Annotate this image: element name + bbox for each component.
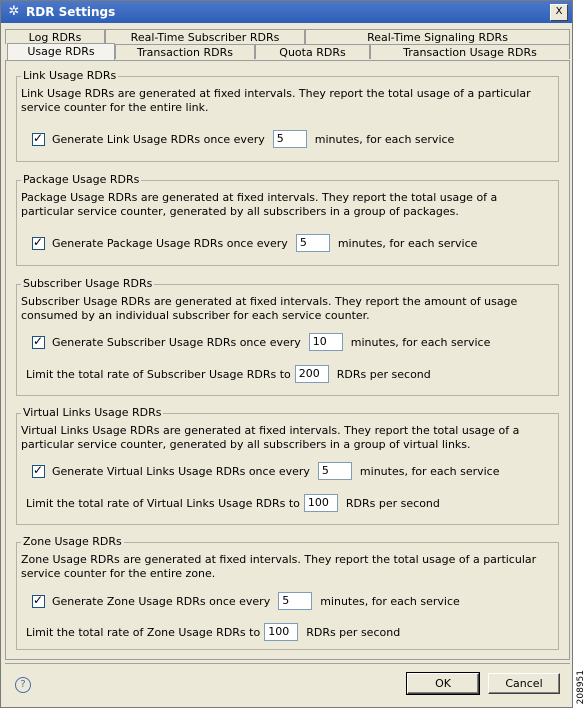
subscriber-limit-suffix: RDRs per second xyxy=(336,367,431,381)
title-bar: ✲ RDR Settings X xyxy=(1,1,572,23)
tab-real-time-subscriber-rdrs[interactable]: Real-Time Subscriber RDRs xyxy=(105,29,305,44)
virtual-generate-suffix: minutes, for each service xyxy=(359,464,500,478)
package-generate-checkbox[interactable] xyxy=(32,235,45,250)
footer-divider xyxy=(5,663,570,664)
subscriber-generate-suffix: minutes, for each service xyxy=(350,335,491,349)
tab-quota-rdrs[interactable]: Quota RDRs xyxy=(255,44,370,59)
package-interval-input[interactable]: 5 xyxy=(295,234,330,252)
virtual-limit-suffix: RDRs per second xyxy=(345,496,440,510)
tab-transaction-usage-rdrs[interactable]: Transaction Usage RDRs xyxy=(370,44,570,59)
virtual-generate-row: Generate Virtual Links Usage RDRs once e… xyxy=(32,461,500,481)
package-generate-row: Generate Package Usage RDRs once every 5… xyxy=(32,233,477,253)
link-generate-label: Generate Link Usage RDRs once every xyxy=(52,132,265,146)
zone-generate-row: Generate Zone Usage RDRs once every 5 mi… xyxy=(32,591,460,611)
help-icon[interactable]: ? xyxy=(15,677,31,693)
ok-button[interactable]: OK xyxy=(406,672,480,695)
virtual-links-usage-title: Virtual Links Usage RDRs xyxy=(21,406,164,419)
subscriber-limit-input[interactable]: 200 xyxy=(294,365,329,383)
subscriber-limit-row: Limit the total rate of Subscriber Usage… xyxy=(26,364,431,384)
link-generate-suffix: minutes, for each service xyxy=(314,132,455,146)
zone-limit-suffix: RDRs per second xyxy=(306,625,401,639)
zone-limit-row: Limit the total rate of Zone Usage RDRs … xyxy=(26,622,400,642)
subscriber-generate-checkbox[interactable] xyxy=(32,334,45,349)
link-generate-row: Generate Link Usage RDRs once every 5 mi… xyxy=(32,129,454,149)
zone-generate-label: Generate Zone Usage RDRs once every xyxy=(52,594,271,608)
subscriber-usage-title: Subscriber Usage RDRs xyxy=(21,277,155,290)
subscriber-limit-label: Limit the total rate of Subscriber Usage… xyxy=(26,367,291,381)
zone-generate-suffix: minutes, for each service xyxy=(320,594,460,608)
virtual-links-usage-group: Virtual Links Usage RDRs Virtual Links U… xyxy=(16,406,559,525)
zone-usage-description: Zone Usage RDRs are generated at fixed i… xyxy=(21,553,537,580)
virtual-links-usage-description: Virtual Links Usage RDRs are generated a… xyxy=(21,424,520,451)
cancel-button[interactable]: Cancel xyxy=(488,673,560,694)
zone-usage-group: Zone Usage RDRs Zone Usage RDRs are gene… xyxy=(16,535,559,650)
subscriber-usage-group: Subscriber Usage RDRs Subscriber Usage R… xyxy=(16,277,559,396)
close-button[interactable]: X xyxy=(550,4,568,21)
zone-interval-input[interactable]: 5 xyxy=(278,592,313,610)
virtual-limit-input[interactable]: 100 xyxy=(303,494,338,512)
link-generate-checkbox[interactable] xyxy=(32,131,45,146)
rdr-settings-dialog: ✲ RDR Settings X Log RDRs Real-Time Subs… xyxy=(0,0,573,708)
virtual-generate-checkbox[interactable] xyxy=(32,463,45,478)
link-usage-group: Link Usage RDRs Link Usage RDRs are gene… xyxy=(16,69,559,162)
link-interval-input[interactable]: 5 xyxy=(272,130,307,148)
package-usage-title: Package Usage RDRs xyxy=(21,173,142,186)
figure-code: 208951 xyxy=(576,670,586,705)
link-usage-description: Link Usage RDRs are generated at fixed i… xyxy=(21,87,531,114)
zone-usage-title: Zone Usage RDRs xyxy=(21,535,124,548)
subscriber-generate-label: Generate Subscriber Usage RDRs once ever… xyxy=(52,335,301,349)
tab-strip: Log RDRs Real-Time Subscriber RDRs Real-… xyxy=(5,29,570,61)
tab-log-rdrs[interactable]: Log RDRs xyxy=(5,29,105,44)
zone-limit-input[interactable]: 100 xyxy=(264,623,299,641)
package-usage-description: Package Usage RDRs are generated at fixe… xyxy=(21,191,498,218)
package-generate-label: Generate Package Usage RDRs once every xyxy=(52,236,288,250)
link-usage-title: Link Usage RDRs xyxy=(21,69,119,82)
subscriber-generate-row: Generate Subscriber Usage RDRs once ever… xyxy=(32,332,490,352)
virtual-interval-input[interactable]: 5 xyxy=(317,462,352,480)
tab-usage-rdrs[interactable]: Usage RDRs xyxy=(7,43,115,60)
package-usage-group: Package Usage RDRs Package Usage RDRs ar… xyxy=(16,173,559,266)
package-generate-suffix: minutes, for each service xyxy=(337,236,478,250)
app-icon: ✲ xyxy=(8,4,20,19)
subscriber-usage-description: Subscriber Usage RDRs are generated at f… xyxy=(21,295,518,322)
virtual-limit-row: Limit the total rate of Virtual Links Us… xyxy=(26,493,440,513)
zone-limit-label: Limit the total rate of Zone Usage RDRs … xyxy=(26,625,261,639)
virtual-limit-label: Limit the total rate of Virtual Links Us… xyxy=(26,496,300,510)
virtual-generate-label: Generate Virtual Links Usage RDRs once e… xyxy=(52,464,310,478)
window-title: RDR Settings xyxy=(26,5,116,19)
subscriber-interval-input[interactable]: 10 xyxy=(308,333,343,351)
usage-rdrs-panel: Link Usage RDRs Link Usage RDRs are gene… xyxy=(5,60,570,660)
tab-real-time-signaling-rdrs[interactable]: Real-Time Signaling RDRs xyxy=(305,29,570,44)
zone-generate-checkbox[interactable] xyxy=(32,593,45,608)
tab-transaction-rdrs[interactable]: Transaction RDRs xyxy=(115,44,255,59)
